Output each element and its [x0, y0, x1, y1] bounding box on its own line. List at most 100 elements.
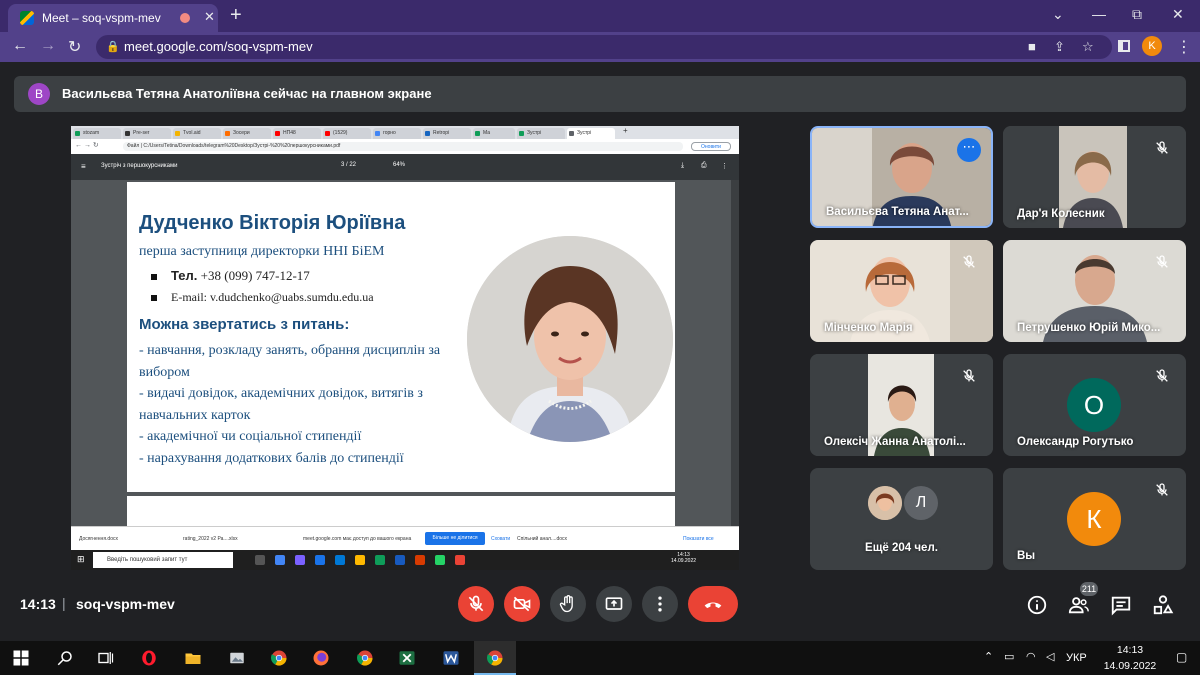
toggle-camera-button[interactable] [504, 586, 540, 622]
close-window-icon[interactable]: ✕ [1172, 6, 1184, 23]
shared-tab: горно [373, 128, 421, 139]
recording-icon [180, 13, 190, 23]
mic-off-icon [963, 369, 975, 382]
participant-tile[interactable]: ⋯ Васильєва Тетяна Анат... [810, 126, 993, 228]
language-indicator[interactable]: УКР [1066, 652, 1087, 664]
share-notice: meet.google.com має доступ до вашого екр… [303, 536, 412, 542]
activities-icon[interactable] [1152, 594, 1174, 616]
tab-search-icon[interactable]: ⌄ [1052, 6, 1064, 23]
present-icon [605, 597, 623, 610]
bookmark-star-icon[interactable]: ☆ [1082, 39, 1094, 55]
lock-icon[interactable]: 🔒 [106, 40, 120, 53]
volume-icon[interactable]: ◁ [1046, 650, 1054, 663]
shared-app-icon [295, 555, 305, 565]
camera-icon[interactable]: ■ [1028, 39, 1036, 54]
share-icon[interactable]: ⇪ [1054, 39, 1065, 55]
shared-tab: stozam [73, 128, 121, 139]
presenter-banner: В Васильєва Тетяна Анатоліївна сейчас на… [14, 76, 1186, 112]
participant-avatar: Л [904, 486, 938, 520]
raise-hand-button[interactable] [550, 586, 586, 622]
shared-update-button: Оновити [691, 142, 731, 151]
minimize-icon[interactable]: — [1092, 6, 1106, 22]
download-item: Досягнення.docx [79, 536, 118, 542]
shared-search-box: Введіть пошуковий запит тут [93, 552, 233, 568]
pdf-print-icon: ⎙ [701, 162, 707, 169]
chrome-active-icon [486, 650, 503, 666]
shared-tab-active: Зустрі [567, 128, 615, 139]
self-tile[interactable]: К Вы [1003, 468, 1186, 570]
speaker-photo [467, 236, 673, 442]
participant-tile[interactable]: Дар'я Колесник [1003, 126, 1186, 228]
pdf-scrollbar [731, 180, 739, 526]
participant-name: Дар'я Колесник [1017, 208, 1105, 220]
clock-time[interactable]: 14:13 [1107, 644, 1153, 656]
hang-up-icon [704, 602, 722, 609]
shared-tab: Зосери [223, 128, 271, 139]
more-options-button[interactable] [642, 586, 678, 622]
search-icon[interactable] [56, 649, 74, 667]
browser-menu-icon[interactable]: ⋮ [1176, 37, 1192, 57]
taskbar-active-app[interactable] [474, 641, 516, 675]
slide-heading: Можна звертатись з питань: [139, 316, 350, 333]
shared-tab: Pre-ser [123, 128, 171, 139]
word-icon[interactable] [442, 649, 460, 667]
more-options-button[interactable]: ⋯ [957, 138, 981, 162]
chrome-profile-icon[interactable] [356, 649, 374, 667]
maximize-icon[interactable]: ⧉ [1132, 6, 1142, 23]
address-bar[interactable]: 🔒 meet.google.com/soq-vspm-mev ■ ⇪ ☆ [96, 35, 1112, 59]
shared-tab: Retropi [423, 128, 471, 139]
more-participants-tile[interactable]: Л Ещё 204 чел. [810, 468, 993, 570]
profile-avatar[interactable]: K [1142, 36, 1162, 56]
slide-email: E-mail: v.dudchenko@uabs.sumdu.edu.ua [171, 290, 374, 304]
back-icon[interactable]: ← [12, 37, 28, 55]
chrome-icon[interactable] [270, 649, 288, 667]
windows-start-icon[interactable] [12, 649, 30, 667]
meet-favicon-icon [20, 11, 34, 25]
presenter-banner-text: Васильєва Тетяна Анатоліївна сейчас на г… [62, 86, 432, 101]
participant-avatar-photo [868, 486, 902, 520]
participant-name: Петрушенко Юрій Мико... [1017, 322, 1161, 334]
leave-call-button[interactable] [688, 586, 738, 622]
excel-icon[interactable] [398, 649, 416, 667]
opera-icon[interactable] [140, 649, 158, 667]
meeting-info-icon[interactable] [1026, 594, 1048, 616]
side-panel-icon[interactable] [1118, 40, 1130, 52]
wifi-icon[interactable]: ◠ [1026, 650, 1036, 663]
self-avatar: К [1067, 492, 1121, 546]
download-item: rating_2022 v2 Ра....xlsx [183, 536, 238, 542]
people-icon[interactable] [1068, 594, 1090, 616]
close-tab-icon[interactable]: ✕ [204, 9, 215, 25]
reload-icon[interactable]: ↻ [68, 37, 81, 57]
browser-tab[interactable]: Meet – soq-vspm-mev ✕ [8, 4, 218, 32]
photos-app-icon[interactable] [228, 649, 246, 667]
present-screen-button[interactable] [596, 586, 632, 622]
mic-off-icon [1156, 141, 1168, 154]
clock-date[interactable]: 14.09.2022 [1097, 660, 1163, 672]
file-explorer-icon[interactable] [184, 649, 202, 667]
shared-clock: 14:13 14.09.2022 [671, 552, 697, 564]
shared-app-icon [275, 555, 285, 565]
meeting-code: soq-vspm-mev [76, 596, 175, 612]
chat-icon[interactable] [1110, 594, 1132, 616]
slide-topics-list: - навчання, розкладу занять, обрання дис… [139, 340, 469, 470]
shared-app-icon [255, 555, 265, 565]
network-icon[interactable]: ▭ [1004, 650, 1014, 663]
firefox-icon[interactable] [312, 649, 330, 667]
shared-tab: Зустрі [517, 128, 565, 139]
tray-chevron-icon[interactable]: ⌃ [984, 650, 993, 663]
notifications-icon[interactable]: ▢ [1176, 650, 1187, 664]
forward-icon[interactable]: → [40, 37, 56, 55]
new-tab-icon[interactable]: + [230, 4, 242, 27]
participant-tile[interactable]: Мінченко Марія [810, 240, 993, 342]
shared-start-icon: ⊞ [77, 554, 85, 564]
mic-off-icon [963, 255, 975, 268]
toggle-mic-button[interactable] [458, 586, 494, 622]
participant-tile[interactable]: Олексіч Жанна Анатолі... [810, 354, 993, 456]
task-view-icon[interactable] [96, 649, 114, 667]
more-participants-label: Ещё 204 чел. [865, 542, 938, 554]
tab-title: Meet – soq-vspm-mev [42, 11, 161, 25]
participant-tile[interactable]: Петрушенко Юрій Мико... [1003, 240, 1186, 342]
shared-app-icon [455, 555, 465, 565]
participant-tile[interactable]: О Олександр Рогутько [1003, 354, 1186, 456]
shared-newtab-icon: + [623, 126, 628, 135]
